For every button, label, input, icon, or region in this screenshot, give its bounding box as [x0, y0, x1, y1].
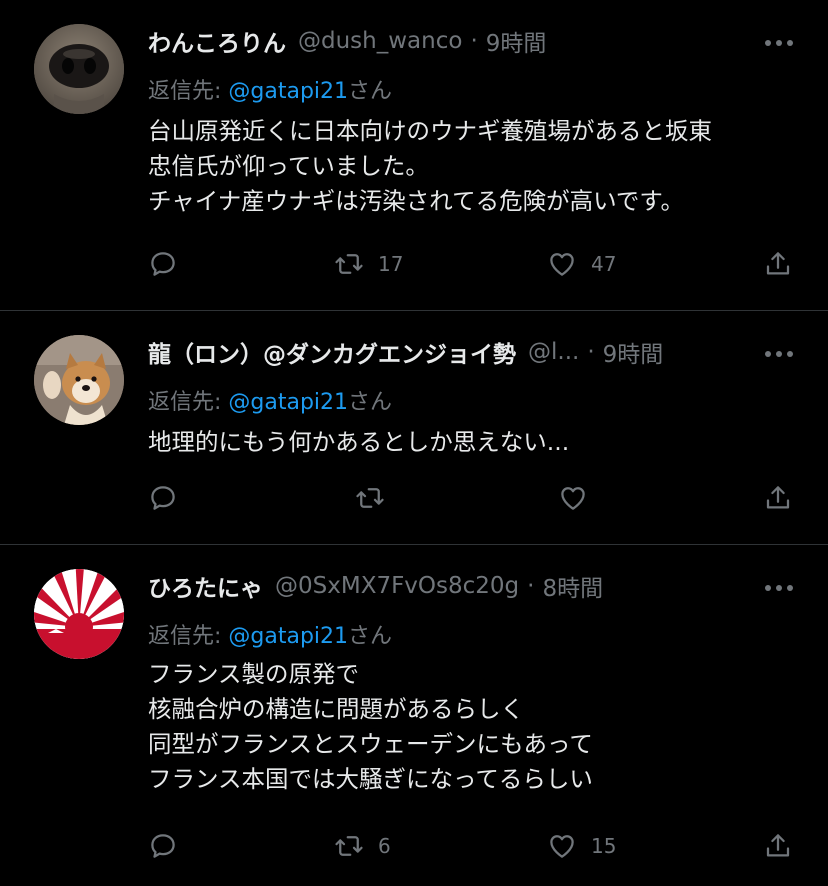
avatar[interactable] [34, 24, 124, 114]
retweet-button[interactable] [355, 483, 399, 513]
tweet[interactable]: わんころりん @dush_wanco · 9時間 返信先: @gatapi21さ… [0, 0, 828, 310]
share-button[interactable] [763, 249, 793, 279]
like-button[interactable]: 15 [547, 831, 616, 861]
reply-suffix: さん [348, 390, 393, 415]
tweet[interactable]: 龍（ロン）@ダンカグエンジョイ勢 @l... · 9時間 返信先: @gatap… [0, 311, 828, 544]
like-count: 47 [591, 252, 617, 276]
more-options-icon[interactable] [764, 28, 794, 58]
like-count: 15 [591, 834, 617, 858]
reply-button[interactable] [148, 483, 192, 513]
reply-icon [151, 486, 175, 510]
share-button[interactable] [763, 831, 793, 861]
avatar[interactable] [34, 569, 124, 659]
action-bar: 17 47 [0, 249, 828, 289]
tweet-text: 地理的にもう何かあるとしか思えない... [148, 428, 570, 456]
reply-icon [151, 252, 175, 276]
heart-icon [561, 487, 585, 510]
share-button[interactable] [763, 483, 793, 513]
retweet-button[interactable]: 17 [334, 249, 403, 279]
reply-context: 返信先: @gatapi21さん [148, 618, 392, 650]
separator-dot: · [470, 28, 478, 54]
like-button[interactable] [558, 483, 602, 513]
mention-link[interactable]: @gatapi21 [228, 390, 348, 415]
reply-button[interactable] [148, 831, 192, 861]
reply-suffix: さん [348, 624, 393, 649]
reply-button[interactable] [148, 249, 192, 279]
reply-context: 返信先: @gatapi21さん [148, 384, 392, 416]
retweet-button[interactable]: 6 [334, 831, 391, 861]
separator-dot: · [527, 573, 535, 599]
more-options-icon[interactable] [764, 339, 794, 369]
reply-prefix: 返信先: [148, 624, 229, 649]
retweet-icon [356, 488, 384, 508]
reply-prefix: 返信先: [148, 79, 229, 104]
retweet-icon [335, 254, 363, 274]
display-name[interactable]: ひろたにゃ [148, 569, 263, 603]
retweet-icon [335, 836, 363, 856]
display-name[interactable]: わんころりん [148, 24, 286, 58]
tweet-text: フランス製の原発で 核融合炉の構造に問題があるらしく 同型がフランスとスウェーデ… [148, 660, 593, 793]
timestamp[interactable]: 9時間 [603, 335, 664, 369]
timestamp[interactable]: 9時間 [486, 24, 547, 58]
reply-icon [151, 834, 175, 858]
user-handle[interactable]: @l... [528, 339, 579, 365]
reply-suffix: さん [348, 79, 393, 104]
retweet-count: 17 [378, 252, 404, 276]
tweet[interactable]: ひろたにゃ @0SxMX7FvOs8c20g · 8時間 返信先: @gatap… [0, 545, 828, 886]
heart-icon [550, 253, 574, 276]
action-bar [0, 483, 828, 523]
retweet-count: 6 [378, 834, 391, 858]
more-options-icon[interactable] [764, 573, 794, 603]
mention-link[interactable]: @gatapi21 [228, 624, 348, 649]
mention-link[interactable]: @gatapi21 [228, 79, 348, 104]
avatar[interactable] [34, 335, 124, 425]
share-icon [766, 834, 790, 857]
share-icon [766, 252, 790, 275]
like-button[interactable]: 47 [547, 249, 616, 279]
separator-dot: · [587, 339, 595, 365]
heart-icon [550, 835, 574, 858]
timestamp[interactable]: 8時間 [542, 569, 603, 603]
user-handle[interactable]: @0SxMX7FvOs8c20g [275, 573, 519, 599]
tweet-text: 台山原発近くに日本向けのウナギ養殖場があると坂東 忠信氏が仰っていました。 チャ… [148, 117, 712, 215]
user-handle[interactable]: @dush_wanco [298, 28, 462, 54]
reply-context: 返信先: @gatapi21さん [148, 73, 392, 105]
action-bar: 6 15 [0, 831, 828, 871]
share-icon [766, 486, 790, 509]
display-name[interactable]: 龍（ロン）@ダンカグエンジョイ勢 [148, 335, 516, 369]
reply-prefix: 返信先: [148, 390, 229, 415]
